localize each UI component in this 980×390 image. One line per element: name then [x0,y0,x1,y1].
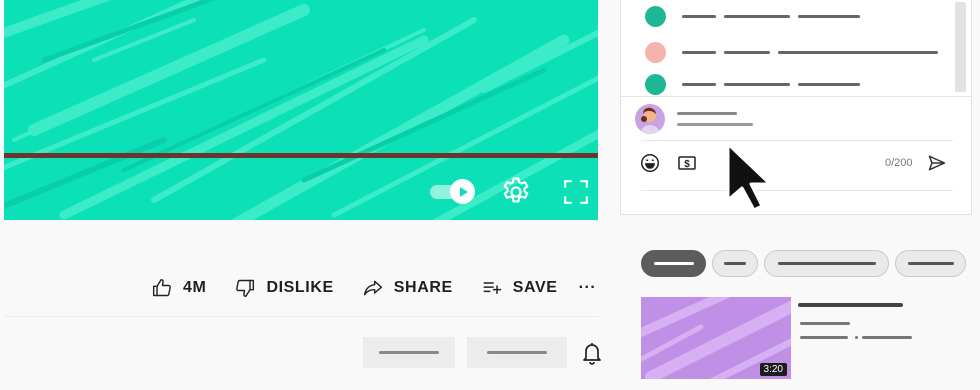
chip-label-placeholder [724,262,746,265]
placeholder-bar [487,351,547,354]
divider [621,96,971,97]
chat-messages [621,0,971,95]
placeholder-button-1[interactable] [363,337,455,368]
share-label: SHARE [393,279,453,296]
chip-3[interactable] [764,250,889,277]
dislike-label: DISLIKE [266,279,334,296]
autoplay-toggle[interactable] [430,178,476,204]
text-placeholder [724,82,790,86]
video-progress-bar[interactable] [4,153,598,158]
chat-avatar [645,41,666,63]
author-placeholder [682,14,716,18]
channel-name-placeholder [800,322,850,325]
play-icon [450,179,475,204]
text-placeholder [724,14,790,18]
divider [641,140,953,141]
video-actions: 4M DISLIKE SHARE SAVE ··· [150,270,596,306]
emoji-icon[interactable] [639,152,663,176]
mouse-cursor-icon [724,140,784,214]
character-counter: 0/200 [885,157,913,169]
thumbs-up-icon [150,276,174,300]
placeholder-bar [379,351,439,354]
date-placeholder [862,336,912,339]
recommended-video-thumbnail[interactable]: 3:20 [641,297,791,379]
video-title-placeholder[interactable] [798,303,903,307]
svg-text:$: $ [684,159,690,170]
chip-label-placeholder [653,262,694,265]
video-player[interactable] [4,0,598,220]
dislike-button[interactable]: DISLIKE [233,276,333,300]
super-chat-dollar-icon[interactable]: $ [677,154,697,172]
text-placeholder [798,82,860,86]
video-duration: 3:20 [759,363,787,376]
placeholder-button-2[interactable] [467,337,567,368]
chip-label-placeholder [777,262,876,265]
share-arrow-icon [361,276,385,300]
more-options-button[interactable]: ··· [579,279,597,297]
chat-message [645,73,868,95]
save-button[interactable]: SAVE [480,276,558,300]
user-avatar [635,104,665,134]
playlist-add-icon [480,276,504,300]
text-placeholder [778,50,938,54]
chat-message [645,5,868,27]
chat-avatar [645,5,666,27]
save-label: SAVE [512,279,558,296]
share-button[interactable]: SHARE [361,276,453,300]
chip-2[interactable] [712,250,758,277]
chat-avatar [645,73,666,95]
live-chat-panel: $ 0/200 [620,0,972,215]
divider [4,316,598,317]
settings-gear-icon[interactable] [496,172,536,212]
author-placeholder [682,50,716,54]
text-placeholder [798,14,860,18]
chip-1[interactable] [641,250,706,277]
bell-icon[interactable] [580,340,604,366]
username-placeholder [677,112,737,115]
chat-message [645,41,946,63]
chip-4[interactable] [895,250,966,277]
chip-label-placeholder [907,262,954,265]
like-button[interactable]: 4M [150,276,206,300]
views-placeholder [800,336,848,339]
author-placeholder [682,82,716,86]
more-dots-icon: ··· [578,279,597,296]
separator-dot [855,336,858,339]
text-placeholder [724,50,770,54]
thumbs-down-icon [233,276,257,300]
like-count: 4M [183,279,207,296]
send-icon[interactable] [927,153,949,175]
divider [641,190,953,191]
message-input-placeholder[interactable] [677,123,753,126]
fullscreen-icon[interactable] [556,172,596,212]
chat-scrollbar[interactable] [955,2,966,92]
